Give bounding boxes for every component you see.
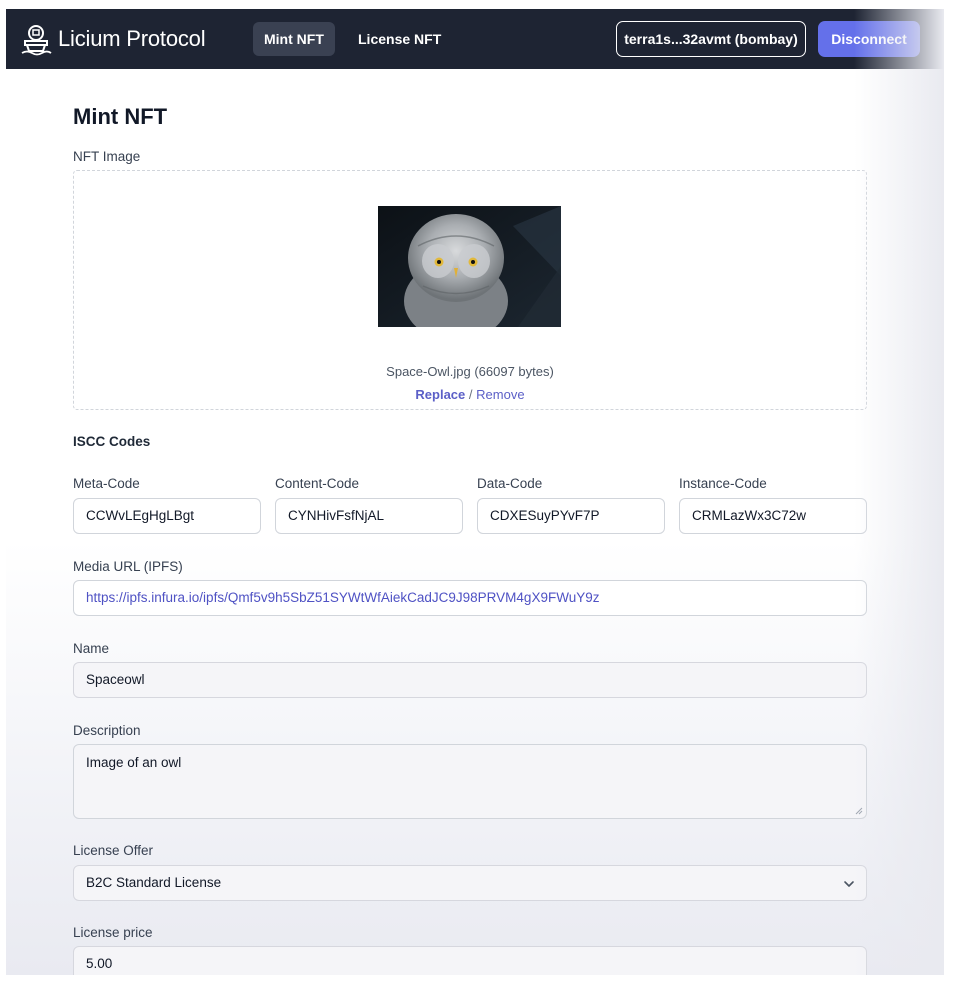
license-price-input[interactable]: 5.00	[73, 946, 867, 975]
nft-image-label: NFT Image	[73, 149, 141, 164]
data-code-input[interactable]: CDXESuyPYvF7P	[477, 498, 665, 534]
disconnect-button[interactable]: Disconnect	[818, 21, 920, 57]
page-edge-shade	[854, 9, 944, 975]
navbar: Licium Protocol Mint NFT License NFT ter…	[6, 9, 944, 69]
name-input[interactable]: Spaceowl	[73, 662, 867, 698]
content-code-label: Content-Code	[275, 476, 360, 491]
nav-mint-nft[interactable]: Mint NFT	[253, 22, 335, 56]
description-textarea[interactable]: Image of an owl	[73, 744, 867, 819]
licium-logo-icon[interactable]	[18, 21, 54, 57]
nft-image-dropzone[interactable]: Space-Owl.jpg (66097 bytes) Replace / Re…	[73, 170, 867, 410]
meta-code-input[interactable]: CCWvLEgHgLBgt	[73, 498, 261, 534]
page-title: Mint NFT	[73, 104, 168, 129]
license-price-label: License price	[73, 925, 153, 940]
app-window: Licium Protocol Mint NFT License NFT ter…	[6, 9, 944, 975]
instance-code-input[interactable]: CRMLazWx3C72w	[679, 498, 867, 534]
license-offer-label: License Offer	[73, 843, 154, 858]
description-label: Description	[73, 723, 141, 738]
media-url-input[interactable]: https://ipfs.infura.io/ipfs/Qmf5v9h5SbZ5…	[73, 580, 867, 616]
license-offer-select[interactable]: B2C Standard License	[73, 865, 867, 901]
remove-link[interactable]: Remove	[476, 387, 524, 402]
media-url-label: Media URL (IPFS)	[73, 559, 183, 574]
wallet-address-button[interactable]: terra1s...32avmt (bombay)	[616, 21, 806, 57]
action-separator: /	[468, 387, 473, 402]
resize-grip-icon[interactable]	[855, 807, 863, 815]
content-code-input[interactable]: CYNHivFsfNjAL	[275, 498, 463, 534]
data-code-label: Data-Code	[477, 476, 543, 491]
license-offer-value: B2C Standard License	[86, 875, 222, 890]
meta-code-label: Meta-Code	[73, 476, 140, 491]
description-text: Image of an owl	[86, 755, 182, 770]
file-actions: Replace / Remove	[74, 387, 866, 402]
brand-name: Licium Protocol	[58, 26, 206, 51]
chevron-down-icon	[844, 881, 854, 887]
iscc-codes-heading: ISCC Codes	[73, 434, 151, 449]
name-label: Name	[73, 641, 110, 656]
replace-link[interactable]: Replace	[415, 387, 465, 402]
instance-code-label: Instance-Code	[679, 476, 767, 491]
nav-license-nft[interactable]: License NFT	[347, 22, 452, 56]
file-name-size: Space-Owl.jpg (66097 bytes)	[386, 364, 554, 379]
owl-image-preview	[378, 206, 561, 327]
